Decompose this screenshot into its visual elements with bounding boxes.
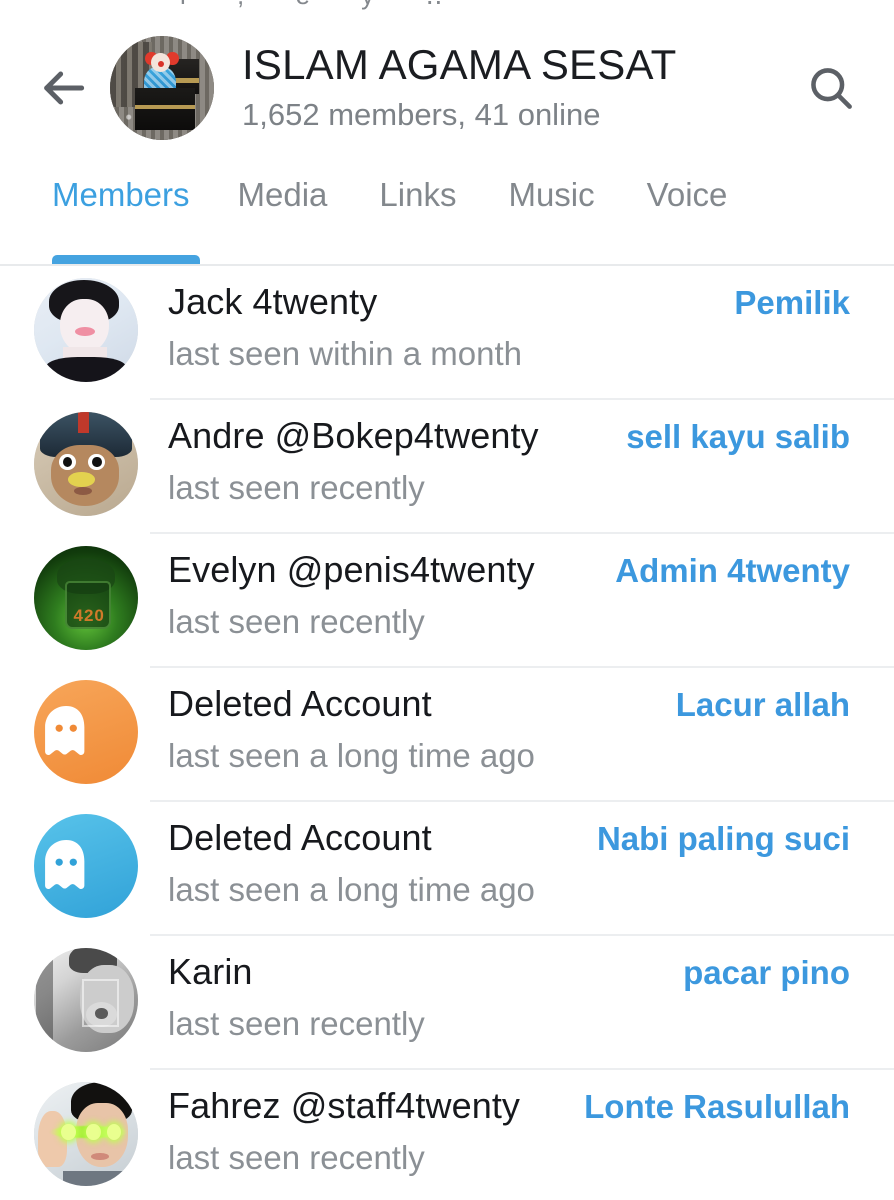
member-name: Deleted Account bbox=[168, 817, 432, 858]
member-name: Deleted Account bbox=[168, 683, 432, 724]
member-role-badge: Nabi paling suci bbox=[596, 820, 850, 857]
members-list: Jack 4twenty Pemilik last seen within a … bbox=[0, 266, 894, 1200]
member-name: Jack 4twenty bbox=[168, 281, 378, 322]
avatar-photo-evelyn: 420 bbox=[34, 546, 138, 650]
ghost-icon bbox=[34, 834, 138, 898]
member-role-badge: pacar pino bbox=[683, 954, 850, 991]
table-row[interactable]: Karin pacar pino last seen recently bbox=[0, 936, 894, 1070]
avatar-photo-andre bbox=[34, 412, 138, 516]
table-row[interactable]: 420 Evelyn @penis4twenty Admin 4twenty l… bbox=[0, 534, 894, 668]
search-icon bbox=[805, 62, 857, 114]
group-info-screen: l , e y ‥ ISLAM AGAMA SESAT 1,652 bbox=[0, 0, 894, 1200]
avatar-photo-jack bbox=[34, 278, 138, 382]
member-name: Andre @Bokep4twenty bbox=[168, 415, 539, 456]
member-role-badge: Lonte Rasulullah bbox=[584, 1088, 850, 1125]
avatar-photo-fahrez bbox=[34, 1082, 138, 1186]
tab-music[interactable]: Music bbox=[508, 162, 624, 264]
member-name: Fahrez @staff4twenty bbox=[168, 1085, 521, 1126]
member-status: last seen recently bbox=[168, 1139, 425, 1177]
avatar[interactable]: 420 bbox=[34, 546, 138, 650]
member-count-subtitle: 1,652 members, 41 online bbox=[242, 96, 601, 132]
row-content: Evelyn @penis4twenty Admin 4twenty last … bbox=[138, 534, 894, 642]
tab-bar: Members Media Links Music Voice bbox=[0, 162, 894, 266]
row-content: Jack 4twenty Pemilik last seen within a … bbox=[138, 266, 894, 374]
member-status: last seen within a month bbox=[168, 335, 523, 373]
group-avatar[interactable] bbox=[110, 36, 214, 140]
table-row[interactable]: Deleted Account Nabi paling suci last se… bbox=[0, 802, 894, 936]
member-name: Evelyn @penis4twenty bbox=[168, 549, 535, 590]
avatar[interactable] bbox=[34, 948, 138, 1052]
member-status: last seen recently bbox=[168, 1005, 425, 1043]
tab-members[interactable]: Members bbox=[52, 162, 208, 264]
avatar[interactable] bbox=[34, 680, 138, 784]
active-tab-indicator bbox=[52, 255, 200, 264]
avatar[interactable] bbox=[34, 814, 138, 918]
table-row[interactable]: Fahrez @staff4twenty Lonte Rasulullah la… bbox=[0, 1070, 894, 1200]
member-role-badge: Lacur allah bbox=[675, 686, 850, 723]
avatar[interactable] bbox=[34, 412, 138, 516]
table-row[interactable]: Andre @Bokep4twenty sell kayu salib last… bbox=[0, 400, 894, 534]
member-role-badge: Admin 4twenty bbox=[615, 552, 850, 589]
row-content: Deleted Account Nabi paling suci last se… bbox=[138, 802, 894, 910]
ghost-icon bbox=[34, 700, 138, 764]
search-button[interactable] bbox=[794, 51, 868, 125]
back-button[interactable] bbox=[26, 51, 100, 125]
member-status: last seen a long time ago bbox=[168, 871, 535, 909]
row-content: Karin pacar pino last seen recently bbox=[138, 936, 894, 1044]
member-status: last seen a long time ago bbox=[168, 737, 535, 775]
row-content: Deleted Account Lacur allah last seen a … bbox=[138, 668, 894, 776]
header-text-block: ISLAM AGAMA SESAT 1,652 members, 41 onli… bbox=[242, 40, 794, 135]
table-row[interactable]: Jack 4twenty Pemilik last seen within a … bbox=[0, 266, 894, 400]
avatar-photo-karin bbox=[34, 948, 138, 1052]
row-content: Andre @Bokep4twenty sell kayu salib last… bbox=[138, 400, 894, 508]
member-role-badge: Pemilik bbox=[734, 284, 850, 321]
clipped-text: l , e y ‥ bbox=[180, 0, 465, 11]
member-role-badge: sell kayu salib bbox=[626, 418, 850, 455]
row-content: Fahrez @staff4twenty Lonte Rasulullah la… bbox=[138, 1070, 894, 1178]
tab-links[interactable]: Links bbox=[379, 162, 486, 264]
member-name: Karin bbox=[168, 951, 253, 992]
tab-media[interactable]: Media bbox=[238, 162, 358, 264]
clipped-status-strip: l , e y ‥ bbox=[0, 0, 894, 14]
back-arrow-icon bbox=[35, 60, 91, 116]
avatar[interactable] bbox=[34, 1082, 138, 1186]
table-row[interactable]: Deleted Account Lacur allah last seen a … bbox=[0, 668, 894, 802]
avatar[interactable] bbox=[34, 278, 138, 382]
page-title: ISLAM AGAMA SESAT bbox=[242, 41, 677, 89]
group-header: ISLAM AGAMA SESAT 1,652 members, 41 onli… bbox=[0, 14, 894, 162]
tab-voice[interactable]: Voice bbox=[647, 162, 758, 264]
member-status: last seen recently bbox=[168, 469, 425, 507]
member-status: last seen recently bbox=[168, 603, 425, 641]
